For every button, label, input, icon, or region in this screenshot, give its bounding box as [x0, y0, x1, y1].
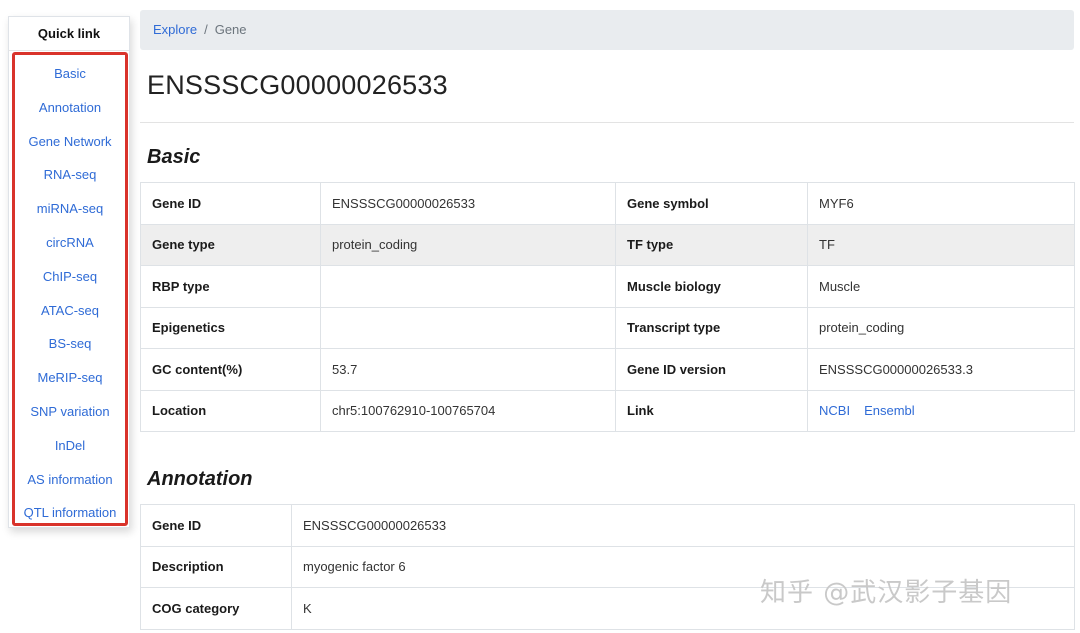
table-row: Gene type protein_coding TF type TF — [140, 223, 1075, 266]
epigenetics-label: Epigenetics — [140, 306, 321, 349]
annotation-section-heading: Annotation — [147, 468, 253, 490]
tf-type-value: TF — [807, 223, 1075, 266]
page-title: ENSSSCG00000026533 — [147, 70, 448, 100]
breadcrumb: Explore / Gene — [140, 10, 1074, 50]
table-row: GC content(%) 53.7 Gene ID version ENSSS… — [140, 348, 1075, 391]
quick-link-indel[interactable]: InDel — [15, 429, 125, 463]
title-divider — [140, 122, 1074, 123]
table-row: Gene ID ENSSSCG00000026533 — [140, 504, 1075, 547]
location-value: chr5:100762910-100765704 — [320, 389, 616, 432]
link-value: NCBI Ensembl — [807, 389, 1075, 432]
breadcrumb-explore-link[interactable]: Explore — [153, 22, 197, 37]
gene-type-label: Gene type — [140, 223, 321, 266]
link-label: Link — [615, 389, 808, 432]
tf-type-label: TF type — [615, 223, 808, 266]
table-row: Epigenetics Transcript type protein_codi… — [140, 306, 1075, 349]
rbp-type-label: RBP type — [140, 265, 321, 308]
ncbi-link[interactable]: NCBI — [819, 403, 850, 418]
rbp-type-value — [320, 265, 616, 308]
quick-link-gene-network[interactable]: Gene Network — [15, 125, 125, 159]
quick-link-qtl-information[interactable]: QTL information — [15, 496, 125, 530]
muscle-biology-value: Muscle — [807, 265, 1075, 308]
quick-link-circrna[interactable]: circRNA — [15, 226, 125, 260]
gene-id-version-label: Gene ID version — [615, 348, 808, 391]
annotation-gene-id-label: Gene ID — [140, 504, 292, 547]
gene-symbol-value: MYF6 — [807, 182, 1075, 225]
gene-id-value: ENSSSCG00000026533 — [320, 182, 616, 225]
breadcrumb-separator: / — [204, 22, 208, 37]
epigenetics-value — [320, 306, 616, 349]
quick-link-bs-seq[interactable]: BS-seq — [15, 327, 125, 361]
table-row: RBP type Muscle biology Muscle — [140, 265, 1075, 308]
quick-link-rna-seq[interactable]: RNA-seq — [15, 158, 125, 192]
breadcrumb-current: Gene — [214, 22, 247, 37]
gene-id-label: Gene ID — [140, 182, 321, 225]
gc-content-label: GC content(%) — [140, 348, 321, 391]
gene-symbol-label: Gene symbol — [615, 182, 808, 225]
annotation-gene-id-value: ENSSSCG00000026533 — [291, 504, 1075, 547]
quick-link-chip-seq[interactable]: ChIP-seq — [15, 260, 125, 294]
transcript-type-value: protein_coding — [807, 306, 1075, 349]
watermark: 知乎 @武汉影子基因 — [760, 578, 1013, 608]
quick-link-merip-seq[interactable]: MeRIP-seq — [15, 361, 125, 395]
table-row: Location chr5:100762910-100765704 Link N… — [140, 389, 1075, 432]
gene-type-value: protein_coding — [320, 223, 616, 266]
location-label: Location — [140, 389, 321, 432]
cog-category-label: COG category — [140, 587, 292, 630]
quick-link-as-information[interactable]: AS information — [15, 463, 125, 497]
annotation-table: Gene ID ENSSSCG00000026533 Description m… — [140, 504, 1075, 630]
quick-links-highlight-box: Basic Annotation Gene Network RNA-seq mi… — [12, 52, 128, 526]
quick-link-basic[interactable]: Basic — [15, 57, 125, 91]
gc-content-value: 53.7 — [320, 348, 616, 391]
muscle-biology-label: Muscle biology — [615, 265, 808, 308]
gene-id-version-value: ENSSSCG00000026533.3 — [807, 348, 1075, 391]
quick-link-sidebar: Quick link Basic Annotation Gene Network… — [8, 16, 130, 528]
quick-link-annotation[interactable]: Annotation — [15, 91, 125, 125]
quick-link-snp-variation[interactable]: SNP variation — [15, 395, 125, 429]
quick-link-mirna-seq[interactable]: miRNA-seq — [15, 192, 125, 226]
description-label: Description — [140, 545, 292, 588]
quick-link-atac-seq[interactable]: ATAC-seq — [15, 294, 125, 328]
transcript-type-label: Transcript type — [615, 306, 808, 349]
basic-info-table: Gene ID ENSSSCG00000026533 Gene symbol M… — [140, 182, 1075, 432]
table-row: Gene ID ENSSSCG00000026533 Gene symbol M… — [140, 182, 1075, 225]
sidebar-title: Quick link — [9, 17, 129, 51]
basic-section-heading: Basic — [147, 146, 201, 168]
ensembl-link[interactable]: Ensembl — [864, 403, 915, 418]
